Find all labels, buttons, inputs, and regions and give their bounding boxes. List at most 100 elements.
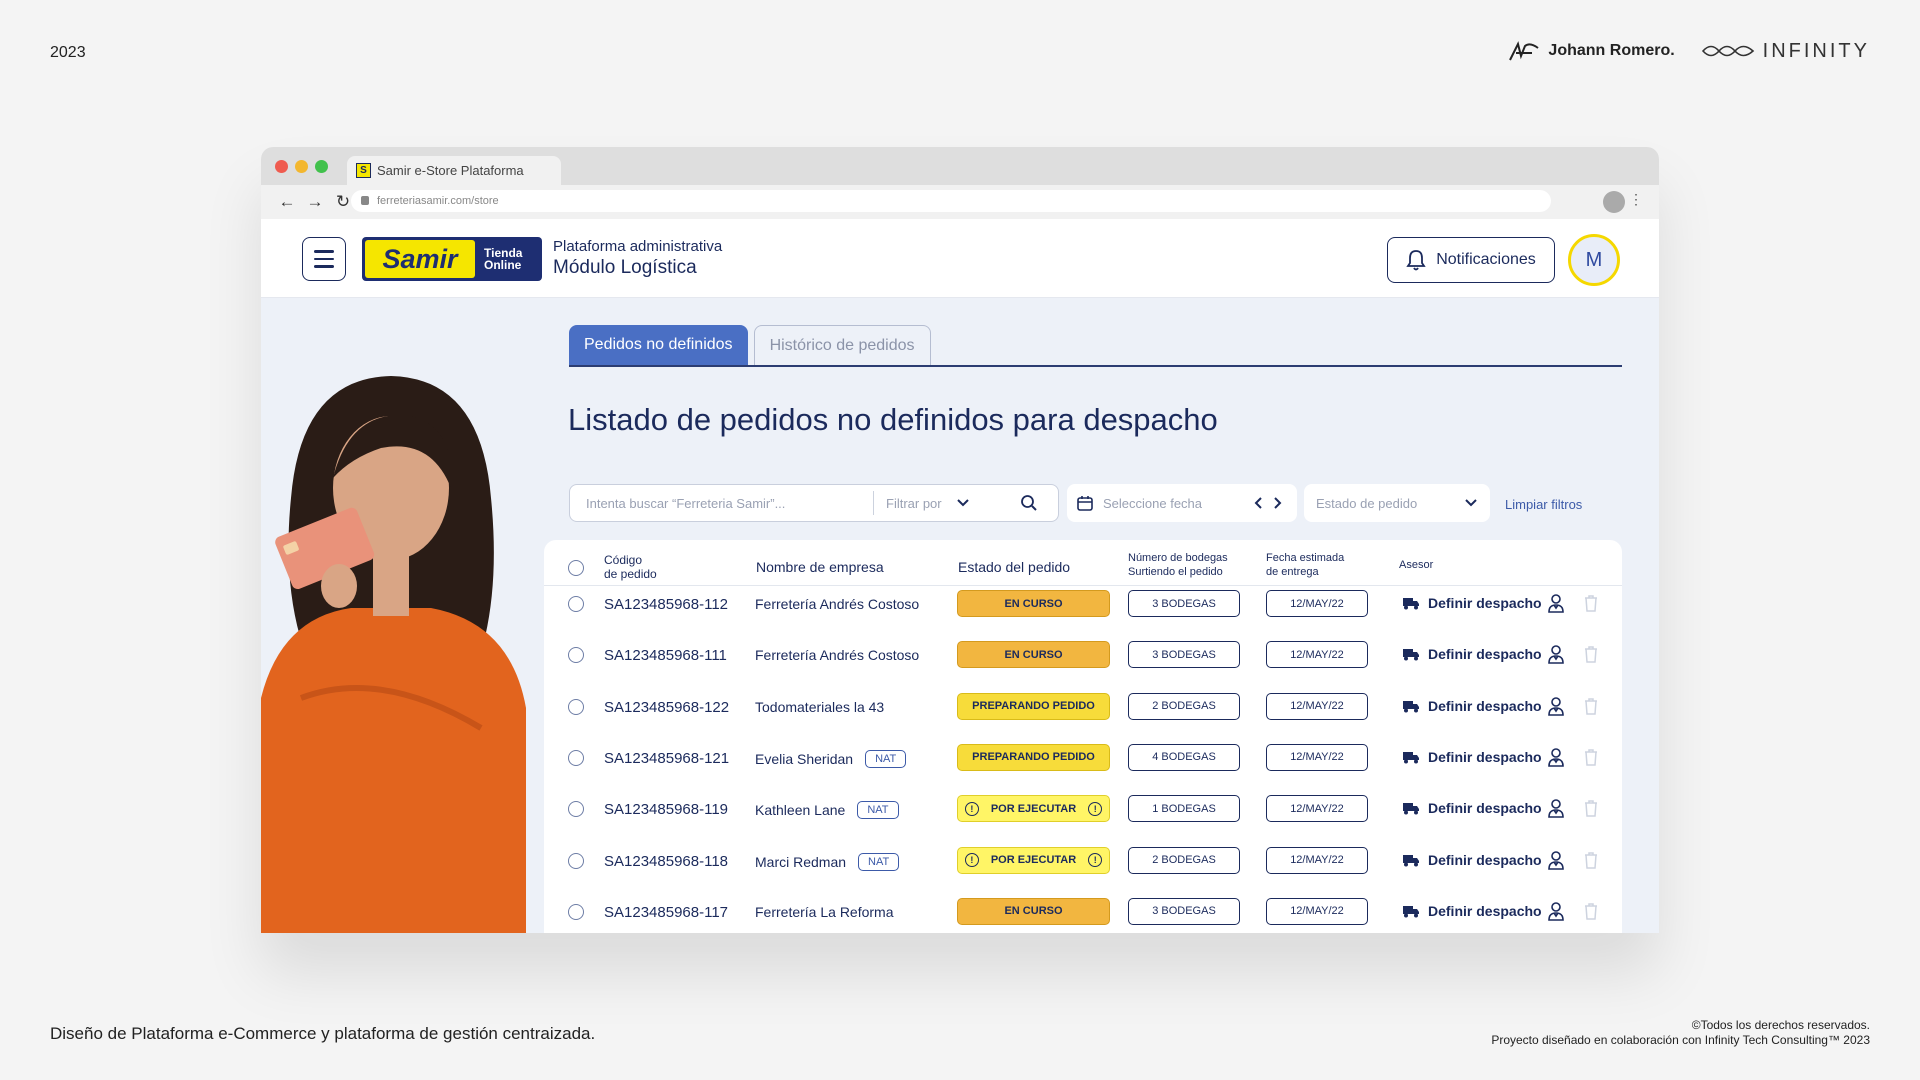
chevron-right-icon[interactable] <box>1273 496 1283 510</box>
order-code: SA123485968-117 <box>604 903 728 921</box>
browser-menu-icon[interactable]: ⋮ <box>1629 191 1643 208</box>
row-checkbox[interactable] <box>568 852 584 869</box>
browser-titlebar: S Samir e-Store Plataforma <box>261 147 1659 185</box>
define-dispatch-button[interactable]: Definir despacho <box>1402 800 1542 816</box>
bell-icon <box>1406 250 1426 271</box>
woman-holding-card-image <box>261 376 526 933</box>
search-input[interactable]: Intenta buscar “Ferreteria Samir”... <box>570 491 874 515</box>
user-avatar[interactable]: M <box>1568 234 1620 286</box>
samir-logo[interactable]: Samir Tienda Online <box>362 237 542 281</box>
trash-icon[interactable] <box>1583 799 1599 817</box>
browser-tab[interactable]: S Samir e-Store Plataforma <box>347 156 561 185</box>
define-dispatch-button[interactable]: Definir despacho <box>1402 698 1542 714</box>
assign-advisor-icon[interactable] <box>1547 696 1565 716</box>
header-code: Código de pedido <box>604 553 657 581</box>
nat-badge: NAT <box>857 801 899 820</box>
module-title: Módulo Logística <box>553 257 697 278</box>
date-placeholder: Seleccione fecha <box>1103 495 1203 511</box>
table-row[interactable]: SA123485968-119 Kathleen Lane NAT ! POR EJ… <box>544 783 1622 834</box>
minimize-window-dot[interactable] <box>295 160 308 173</box>
truck-icon <box>1403 854 1419 866</box>
trash-icon[interactable] <box>1583 851 1599 869</box>
date-picker[interactable]: Seleccione fecha <box>1067 484 1297 522</box>
table-row[interactable]: SA123485968-122 Todomateriales la 43 PRE… <box>544 681 1622 732</box>
tab-historico-pedidos[interactable]: Histórico de pedidos <box>753 325 931 365</box>
table-row[interactable]: SA123485968-117 Ferretería La Reforma EN… <box>544 886 1622 933</box>
define-dispatch-button[interactable]: Definir despacho <box>1402 595 1542 611</box>
lock-icon <box>361 196 369 205</box>
address-bar[interactable]: ferreteriasamir.com/store <box>351 190 1551 212</box>
order-status-dropdown[interactable]: Estado de pedido <box>1304 484 1490 522</box>
row-checkbox[interactable] <box>568 749 584 766</box>
trash-icon[interactable] <box>1583 594 1599 612</box>
warehouses-badge: 3 BODEGAS <box>1128 641 1240 669</box>
define-dispatch-label: Definir despacho <box>1428 595 1542 611</box>
footer-description: Diseño de Plataforma e-Commerce y plataf… <box>50 1024 596 1043</box>
filter-by-dropdown[interactable]: Filtrar por <box>874 496 986 511</box>
define-dispatch-button[interactable]: Definir despacho <box>1402 852 1542 868</box>
company-cell: Kathleen Lane NAT <box>755 801 899 820</box>
table-row[interactable]: SA123485968-121 Evelia Sheridan NAT PREPA… <box>544 732 1622 783</box>
table-row[interactable]: SA123485968-111 Ferretería Andrés Costos… <box>544 629 1622 680</box>
trash-icon[interactable] <box>1583 697 1599 715</box>
favicon-icon: S <box>356 163 371 178</box>
status-label: PREPARANDO PEDIDO <box>972 700 1095 713</box>
order-status-placeholder: Estado de pedido <box>1316 495 1418 511</box>
nat-badge: NAT <box>865 749 907 768</box>
notifications-button[interactable]: Notificaciones <box>1387 237 1555 283</box>
assign-advisor-icon[interactable] <box>1547 644 1565 665</box>
tab-pedidos-no-definidos[interactable]: Pedidos no definidos <box>569 325 748 365</box>
order-code: SA123485968-112 <box>604 596 728 613</box>
delivery-date-badge: 12/MAY/22 <box>1266 590 1368 617</box>
assign-advisor-icon[interactable] <box>1547 798 1565 818</box>
trash-icon[interactable] <box>1583 645 1599 664</box>
search-field[interactable]: Intenta buscar “Ferreteria Samir”... Fil… <box>569 484 1059 522</box>
orders-table: Código de pedido Nombre de empresa Estad… <box>544 540 1622 933</box>
trash-icon[interactable] <box>1583 902 1599 920</box>
trash-icon[interactable] <box>1583 748 1599 766</box>
delivery-date-badge: 12/MAY/22 <box>1266 795 1368 823</box>
status-badge: EN CURSO <box>957 897 1110 925</box>
header-status: Estado del pedido <box>958 559 1071 575</box>
company-cell: Todomateriales la 43 <box>755 699 884 715</box>
define-dispatch-button[interactable]: Definir despacho <box>1402 749 1542 765</box>
search-icon[interactable] <box>1020 494 1038 512</box>
status-label: PREPARANDO PEDIDO <box>972 751 1095 764</box>
truck-icon <box>1403 649 1419 661</box>
table-row[interactable]: SA123485968-112 Ferretería Andrés Costos… <box>544 578 1622 629</box>
logo-wordmark: Samir <box>365 240 475 278</box>
footer-collab: Proyecto diseñado en colaboración con In… <box>1491 1033 1870 1047</box>
filter-by-label: Filtrar por <box>886 495 942 511</box>
assign-advisor-icon[interactable] <box>1547 593 1565 613</box>
warehouses-badge: 4 BODEGAS <box>1128 743 1240 771</box>
close-window-dot[interactable] <box>275 160 288 173</box>
row-checkbox[interactable] <box>568 903 584 920</box>
select-all-checkbox[interactable] <box>568 560 584 576</box>
table-row[interactable]: SA123485968-118 Marci Redman NAT ! POR EJE… <box>544 835 1622 886</box>
define-dispatch-button[interactable]: Definir despacho <box>1402 903 1542 919</box>
delivery-date-badge: 12/MAY/22 <box>1266 743 1368 771</box>
assign-advisor-icon[interactable] <box>1547 747 1565 767</box>
warehouses-badge: 2 BODEGAS <box>1128 846 1240 874</box>
row-checkbox[interactable] <box>568 596 584 612</box>
back-arrow-icon[interactable]: ← <box>275 192 299 212</box>
warehouses-badge: 1 BODEGAS <box>1128 795 1240 823</box>
assign-advisor-icon[interactable] <box>1547 850 1565 870</box>
hamburger-menu-button[interactable] <box>302 237 346 281</box>
browser-profile-icon[interactable] <box>1603 191 1625 213</box>
forward-arrow-icon[interactable]: → <box>303 192 327 212</box>
define-dispatch-button[interactable]: Definir despacho <box>1402 646 1542 662</box>
partner-logo: INFINITY <box>1701 40 1870 63</box>
chevron-left-icon[interactable] <box>1253 496 1263 510</box>
header-date-1: Fecha estimada <box>1266 552 1345 564</box>
maximize-window-dot[interactable] <box>315 160 328 173</box>
row-checkbox[interactable] <box>568 801 584 818</box>
row-checkbox[interactable] <box>568 698 584 715</box>
header-warehouses-1: Número de bodegas <box>1128 552 1228 564</box>
status-label: EN CURSO <box>1004 905 1063 918</box>
assign-advisor-icon[interactable] <box>1547 901 1565 921</box>
company-name: Marci Redman <box>755 853 847 870</box>
clear-filters-link[interactable]: Limpiar filtros <box>1505 497 1582 512</box>
status-badge: PREPARANDO PEDIDO <box>957 743 1110 771</box>
row-checkbox[interactable] <box>568 647 584 664</box>
